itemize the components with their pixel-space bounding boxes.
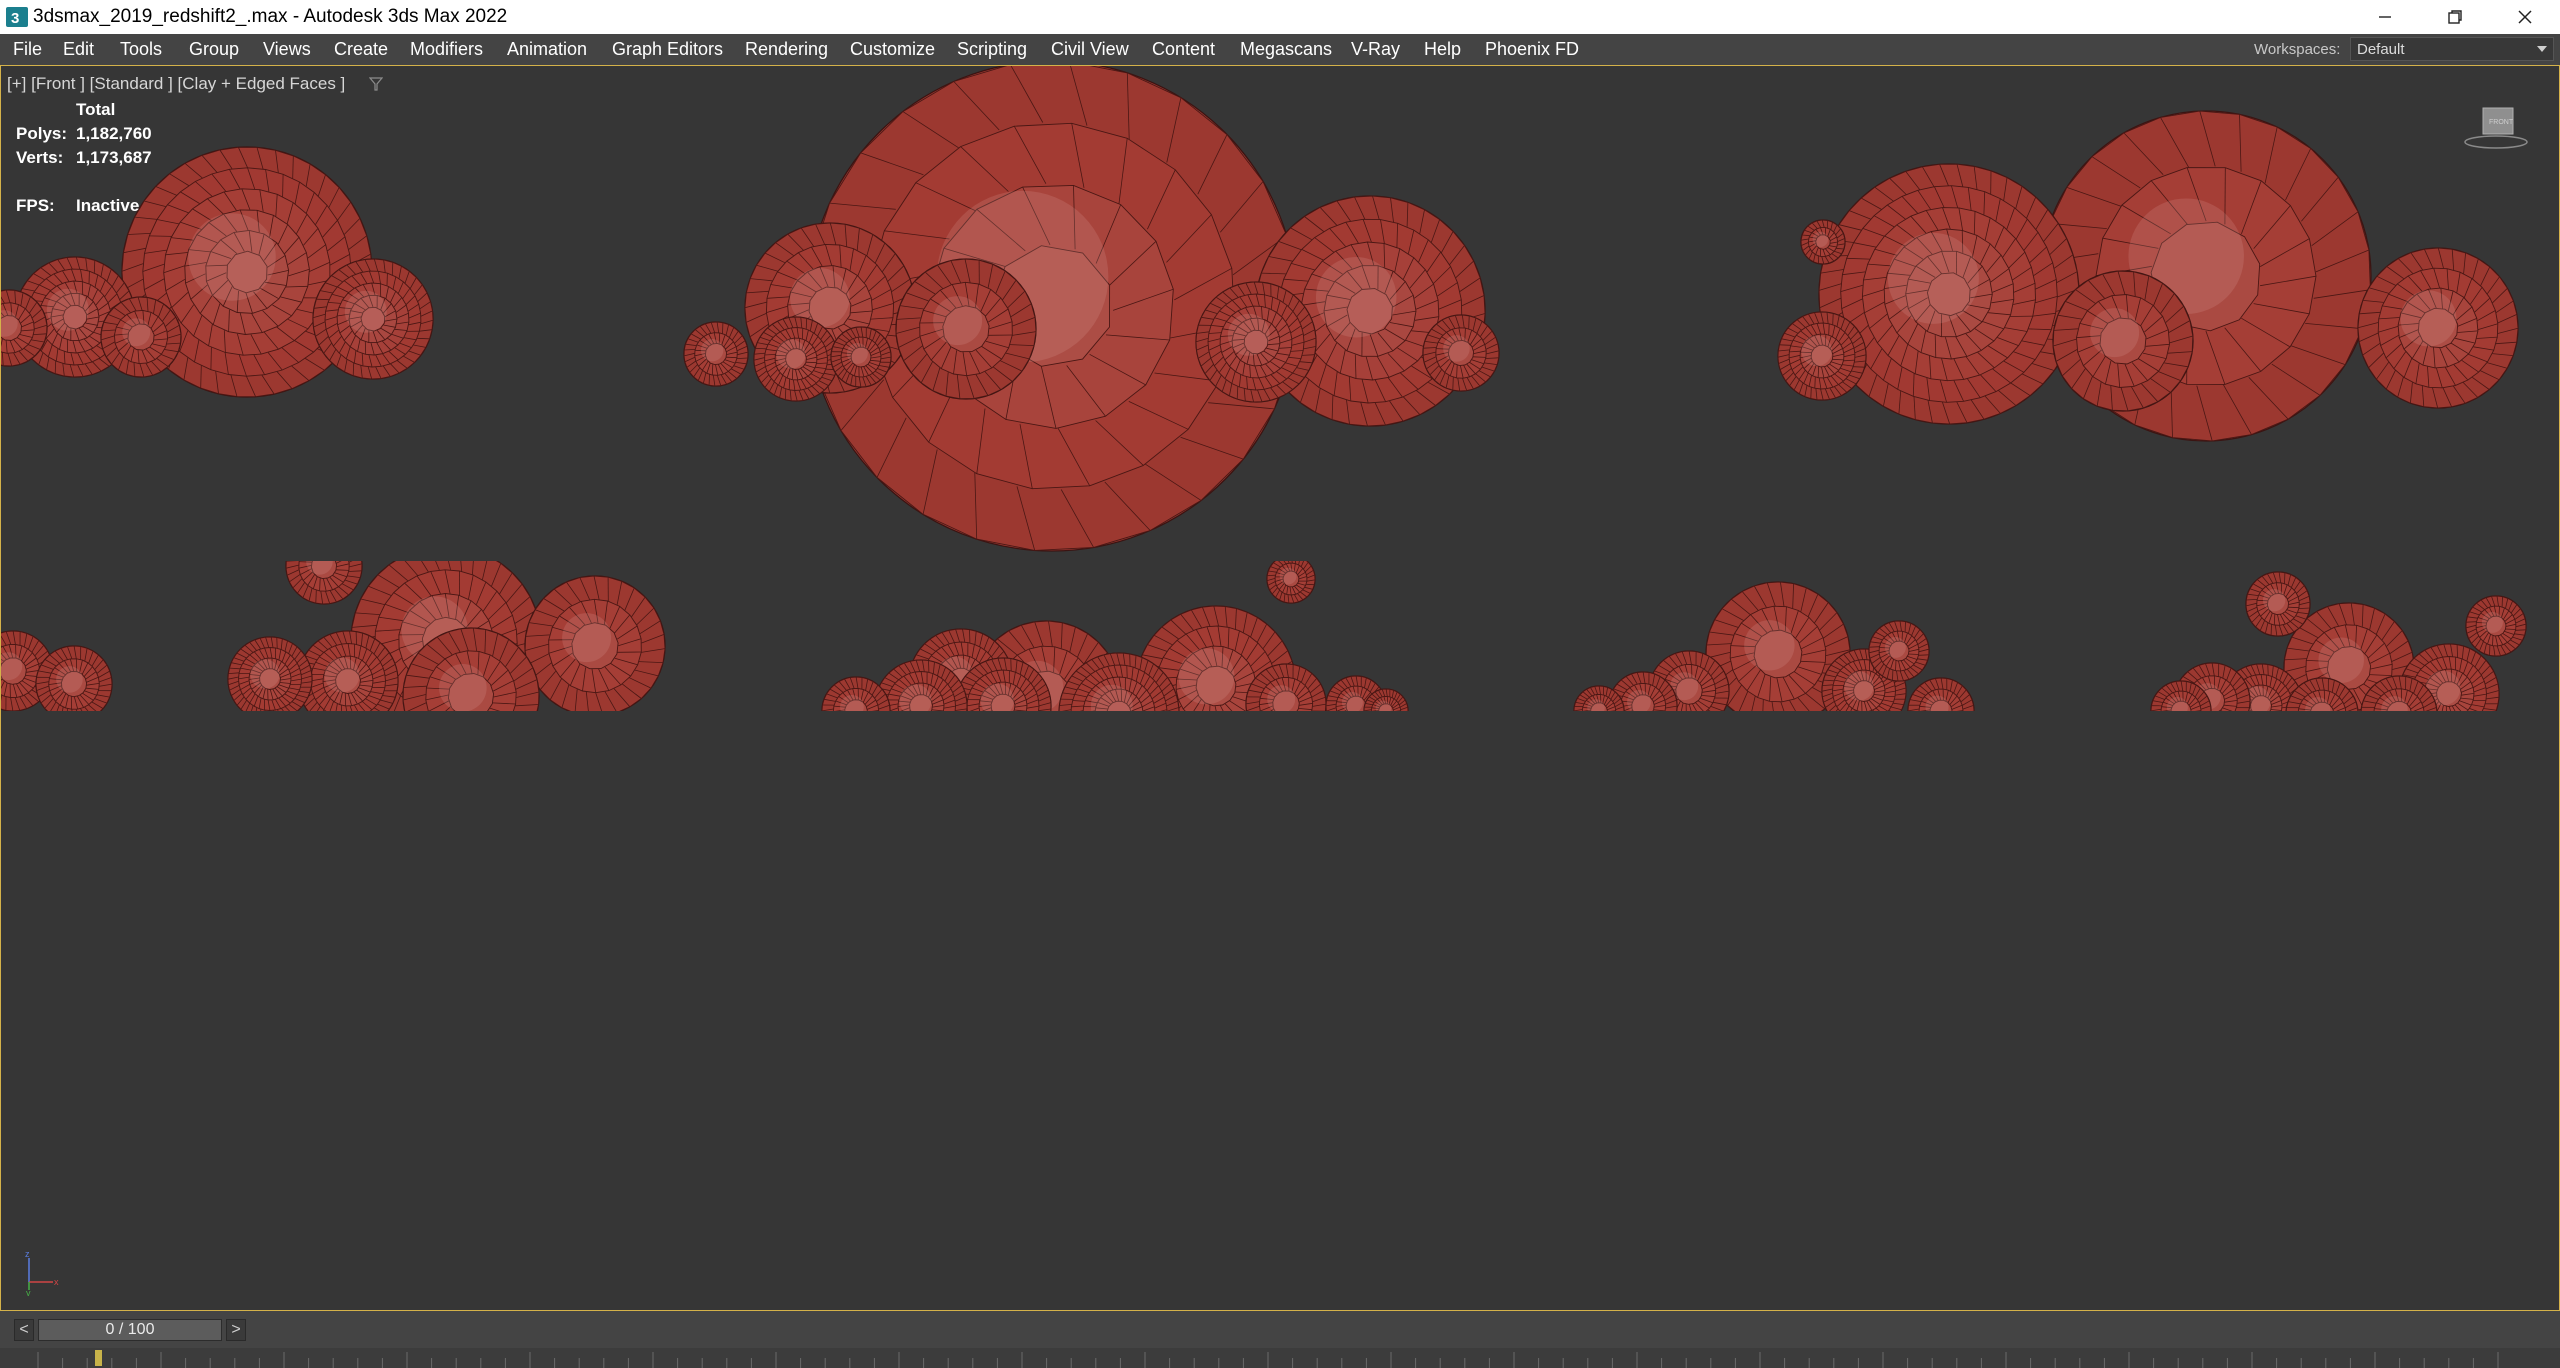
mesh-sphere[interactable] <box>524 575 666 716</box>
menu-bar: File Edit Tools Group Views Create Modif… <box>0 34 2560 65</box>
time-slider-bar: < 0 / 100 > <box>0 1311 2560 1348</box>
menu-civil-view[interactable]: Civil View <box>1051 39 1129 59</box>
menu-megascans[interactable]: Megascans <box>1240 39 1332 59</box>
mesh-sphere[interactable] <box>2052 270 2194 412</box>
workspaces-value: Default <box>2357 41 2405 58</box>
mesh-sphere[interactable] <box>895 258 1037 400</box>
mesh-sphere[interactable] <box>1422 314 1500 392</box>
mesh-sphere[interactable] <box>1245 663 1327 744</box>
menu-tools[interactable]: Tools <box>120 39 162 59</box>
mesh-sphere[interactable] <box>2360 675 2438 752</box>
menu-views[interactable]: Views <box>263 39 311 59</box>
mesh-sphere[interactable] <box>402 627 540 764</box>
svg-text:y: y <box>26 1288 31 1296</box>
filter-icon[interactable] <box>369 77 383 91</box>
mesh-sphere[interactable] <box>227 636 313 721</box>
menu-rendering[interactable]: Rendering <box>745 39 828 59</box>
svg-text:z: z <box>25 1249 30 1259</box>
mesh-sphere[interactable] <box>312 258 434 380</box>
viewcube-icon[interactable]: FRONT <box>2463 102 2529 152</box>
menu-create[interactable]: Create <box>334 39 388 59</box>
minimize-button[interactable] <box>2350 0 2420 34</box>
menu-graph-editors[interactable]: Graph Editors <box>612 39 723 59</box>
viewport-label-menu[interactable]: [+] [Front ] [Standard ] [Clay + Edged F… <box>7 74 345 94</box>
scene-canvas <box>1 66 2527 773</box>
mesh-sphere[interactable] <box>2465 595 2527 657</box>
mesh-sphere[interactable] <box>285 528 363 605</box>
menu-edit[interactable]: Edit <box>63 39 94 59</box>
mesh-sphere[interactable] <box>954 657 1052 754</box>
next-frame-button[interactable]: > <box>226 1319 246 1341</box>
workspaces-label: Workspaces: <box>2254 41 2341 58</box>
stats-header: Total <box>76 100 116 119</box>
mesh-sphere[interactable] <box>2285 677 2359 750</box>
menu-animation[interactable]: Animation <box>507 39 587 59</box>
front-viewport[interactable]: [+] [Front ] [Standard ] [Clay + Edged F… <box>0 65 2560 1311</box>
polys-value: 1,182,760 <box>76 124 152 143</box>
mesh-sphere[interactable] <box>830 326 892 388</box>
mesh-sphere[interactable] <box>297 630 399 731</box>
mesh-sphere[interactable] <box>2357 247 2519 409</box>
prev-frame-button[interactable]: < <box>14 1319 34 1341</box>
menu-help[interactable]: Help <box>1424 39 1461 59</box>
mesh-sphere[interactable] <box>1907 677 1975 744</box>
current-frame-marker <box>95 1350 102 1366</box>
mesh-sphere[interactable] <box>2245 571 2311 637</box>
time-slider[interactable]: 0 / 100 <box>38 1319 222 1341</box>
title-bar: 3 3dsmax_2019_redshift2_.max - Autodesk … <box>0 0 2560 34</box>
restore-button[interactable] <box>2420 0 2490 34</box>
mesh-sphere[interactable] <box>1800 219 1846 265</box>
menu-customize[interactable]: Customize <box>850 39 935 59</box>
menu-scripting[interactable]: Scripting <box>957 39 1027 59</box>
close-icon <box>2518 10 2532 24</box>
axis-tripod-icon: z x y <box>25 1249 59 1296</box>
mesh-sphere[interactable] <box>1868 620 1930 682</box>
svg-text:3: 3 <box>11 10 19 27</box>
track-bar[interactable] <box>0 1348 2560 1368</box>
window-title: 3dsmax_2019_redshift2_.max - Autodesk 3d… <box>33 6 508 27</box>
chevron-down-icon <box>2537 46 2547 52</box>
menu-file[interactable]: File <box>13 39 42 59</box>
mesh-sphere[interactable] <box>1777 311 1867 401</box>
mesh-sphere[interactable] <box>683 321 749 387</box>
mesh-sphere[interactable] <box>1573 685 1625 736</box>
minimize-icon <box>2379 16 2391 18</box>
menu-group[interactable]: Group <box>189 39 239 59</box>
track-bar-ticks <box>37 1352 2499 1368</box>
restore-icon <box>2448 10 2462 24</box>
mesh-sphere[interactable] <box>2150 680 2212 741</box>
mesh-sphere[interactable] <box>1818 163 2080 425</box>
verts-value: 1,173,687 <box>76 148 152 167</box>
mesh-sphere[interactable] <box>1195 281 1317 403</box>
mesh-sphere[interactable] <box>753 316 839 402</box>
svg-text:FRONT: FRONT <box>2489 119 2514 126</box>
menu-content[interactable]: Content <box>1152 39 1215 59</box>
mesh-sphere[interactable] <box>1266 555 1316 604</box>
menu-vray[interactable]: V-Ray <box>1351 39 1400 59</box>
mesh-sphere[interactable] <box>35 645 113 722</box>
workspaces-dropdown[interactable]: Default <box>2350 37 2554 61</box>
app-icon: 3 <box>6 7 28 27</box>
svg-text:x: x <box>54 1277 59 1287</box>
menu-modifiers[interactable]: Modifiers <box>410 39 483 59</box>
menu-phoenix-fd[interactable]: Phoenix FD <box>1485 39 1579 59</box>
fps-value: Inactive <box>76 196 140 215</box>
verts-label: Verts: <box>16 148 64 167</box>
close-button[interactable] <box>2490 0 2560 34</box>
mesh-sphere[interactable] <box>1363 688 1409 733</box>
fps-label: FPS: <box>16 196 55 215</box>
mesh-sphere[interactable] <box>1058 652 1180 773</box>
mesh-sphere[interactable] <box>100 296 182 378</box>
polys-label: Polys: <box>16 124 68 143</box>
mesh-sphere[interactable] <box>821 676 891 745</box>
